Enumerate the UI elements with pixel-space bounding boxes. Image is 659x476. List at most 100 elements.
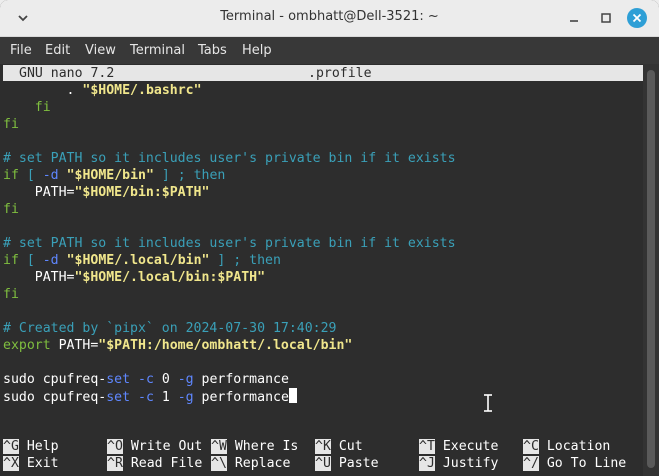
help-label: Justify <box>434 456 499 471</box>
code-line: # set PATH so it includes user's private… <box>3 150 456 167</box>
help-shortcut: ^W Where Is <box>211 438 298 455</box>
code-token: "$HOME/.local/bin" <box>66 253 210 268</box>
code-line: export PATH="$PATH:/home/ombhatt/.local/… <box>3 337 352 354</box>
help-key: ^G <box>3 439 19 454</box>
help-label: Paste <box>330 456 379 471</box>
menu-edit[interactable]: Edit <box>45 43 70 58</box>
code-token: # set PATH so it includes user's private… <box>3 236 456 251</box>
code-token: "$HOME/bin" <box>66 168 154 183</box>
help-label: Location <box>538 439 611 454</box>
help-key: ^X <box>3 456 19 471</box>
code-token: -d <box>42 168 59 183</box>
menu-help[interactable]: Help <box>242 43 272 58</box>
help-key: ^C <box>523 439 539 454</box>
terminal-area[interactable]: GNU nano 7.2 .profile . "$HOME/.bashrc" … <box>0 64 643 476</box>
title-bar[interactable]: Terminal - ombhatt@Dell-3521: ~ <box>0 0 659 37</box>
code-token: fi <box>3 202 19 217</box>
code-line: PATH="$HOME/bin:$PATH" <box>3 184 210 201</box>
help-label: Read File <box>122 456 203 471</box>
nano-filename: .profile <box>308 66 372 81</box>
help-key: ^/ <box>523 456 539 471</box>
code-token: PATH= <box>34 270 75 285</box>
code-token: sudo cpufreq- <box>3 372 107 387</box>
code-token: if <box>3 253 19 268</box>
minimize-icon <box>570 20 578 22</box>
code-token: performance <box>193 390 289 405</box>
code-token: [ <box>18 253 43 268</box>
help-shortcut: ^J Justify <box>419 455 498 472</box>
help-key: ^W <box>211 439 227 454</box>
code-line: if [ -d "$HOME/.local/bin" ] ; then <box>3 252 281 269</box>
help-key: ^T <box>419 439 435 454</box>
help-key: ^K <box>315 439 331 454</box>
code-line: fi <box>3 201 19 218</box>
code-token: -d <box>42 253 59 268</box>
code-token: . <box>66 83 83 98</box>
code-token: sudo cpufreq- <box>3 390 107 405</box>
code-token: PATH= <box>50 338 99 353</box>
code-token: "$HOME/.local/bin:$PATH" <box>74 270 266 285</box>
help-shortcut: ^\ Replace <box>211 455 290 472</box>
ibeam-cursor-icon <box>484 394 492 412</box>
help-label: Exit <box>18 456 59 471</box>
code-token: # Created by `pipx` on 2024-07-30 17:40:… <box>3 321 337 336</box>
code-token: PATH= <box>34 185 75 200</box>
code-line: sudo cpufreq-set -c 1 -g performance <box>3 388 297 405</box>
maximize-button[interactable] <box>595 7 617 29</box>
code-token: [ <box>18 168 43 183</box>
code-token: fi <box>3 287 19 302</box>
help-key: ^O <box>107 439 123 454</box>
scrollbar[interactable] <box>643 64 659 476</box>
help-shortcut: ^/ Go To Line <box>523 455 626 472</box>
nano-header: GNU nano 7.2 .profile <box>3 65 643 81</box>
help-label: Cut <box>330 439 363 454</box>
help-shortcut: ^X Exit <box>3 455 59 472</box>
help-shortcut: ^K Cut <box>315 438 363 455</box>
scrollbar-thumb[interactable] <box>647 70 655 468</box>
code-line: if [ -d "$HOME/bin" ] ; then <box>3 167 225 184</box>
help-shortcut: ^R Read File <box>107 455 202 472</box>
help-label: Where Is <box>226 439 299 454</box>
help-shortcut: ^U Paste <box>315 455 379 472</box>
code-token: fi <box>34 100 51 115</box>
code-line: PATH="$HOME/.local/bin:$PATH" <box>3 269 265 286</box>
help-label: Help <box>18 439 59 454</box>
code-token: # set PATH so it includes user's private… <box>3 151 456 166</box>
menu-tabs[interactable]: Tabs <box>198 43 227 58</box>
code-token: ] ; then <box>209 253 281 268</box>
help-shortcut: ^C Location <box>523 438 610 455</box>
help-shortcut: ^O Write Out <box>107 438 202 455</box>
code-line: fi <box>3 116 19 133</box>
terminal-window: Terminal - ombhatt@Dell-3521: ~ File Edi… <box>0 0 659 476</box>
code-token: "$HOME/.bashrc" <box>82 83 202 98</box>
code-line: # set PATH so it includes user's private… <box>3 235 456 252</box>
menu-bar: File Edit View Terminal Tabs Help <box>0 37 659 64</box>
help-key: ^J <box>419 456 435 471</box>
window-title: Terminal - ombhatt@Dell-3521: ~ <box>220 9 439 24</box>
code-line: # Created by `pipx` on 2024-07-30 17:40:… <box>3 320 336 337</box>
code-token: -g <box>177 372 194 387</box>
close-icon <box>627 8 647 28</box>
code-token: -c <box>138 390 154 405</box>
minimize-button[interactable] <box>563 7 585 29</box>
close-button[interactable] <box>626 7 648 29</box>
menu-view[interactable]: View <box>85 43 116 58</box>
help-shortcut: ^G Help <box>3 438 59 455</box>
code-token: "$HOME/bin:$PATH" <box>74 185 210 200</box>
maximize-icon <box>601 13 611 23</box>
help-key: ^R <box>107 456 123 471</box>
help-key: ^\ <box>211 456 227 471</box>
help-label: Execute <box>434 439 499 454</box>
menu-file[interactable]: File <box>10 43 32 58</box>
code-line: fi <box>3 286 19 303</box>
menu-terminal[interactable]: Terminal <box>130 43 185 58</box>
help-label: Write Out <box>122 439 203 454</box>
code-token: 0 <box>153 372 178 387</box>
nano-version: GNU nano 7.2 <box>19 66 115 81</box>
code-line: . "$HOME/.bashrc" <box>3 82 202 99</box>
help-shortcut: ^T Execute <box>419 438 498 455</box>
